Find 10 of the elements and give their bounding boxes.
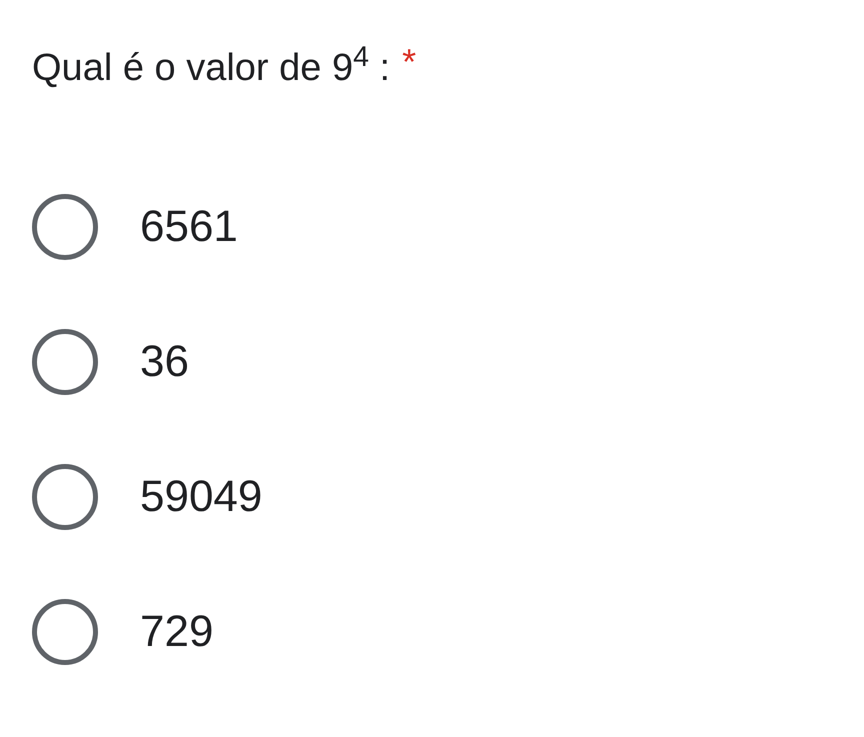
option-label: 59049 — [140, 471, 262, 523]
radio-button[interactable] — [32, 194, 98, 260]
option-label: 729 — [140, 606, 214, 658]
radio-button[interactable] — [32, 464, 98, 530]
question-text: Qual é o valor de 9$^{4}$ : — [32, 40, 390, 91]
option-label: 36 — [140, 336, 189, 388]
radio-button[interactable] — [32, 329, 98, 395]
required-asterisk: * — [402, 40, 416, 84]
radio-button[interactable] — [32, 599, 98, 665]
option-label: 6561 — [140, 201, 238, 253]
